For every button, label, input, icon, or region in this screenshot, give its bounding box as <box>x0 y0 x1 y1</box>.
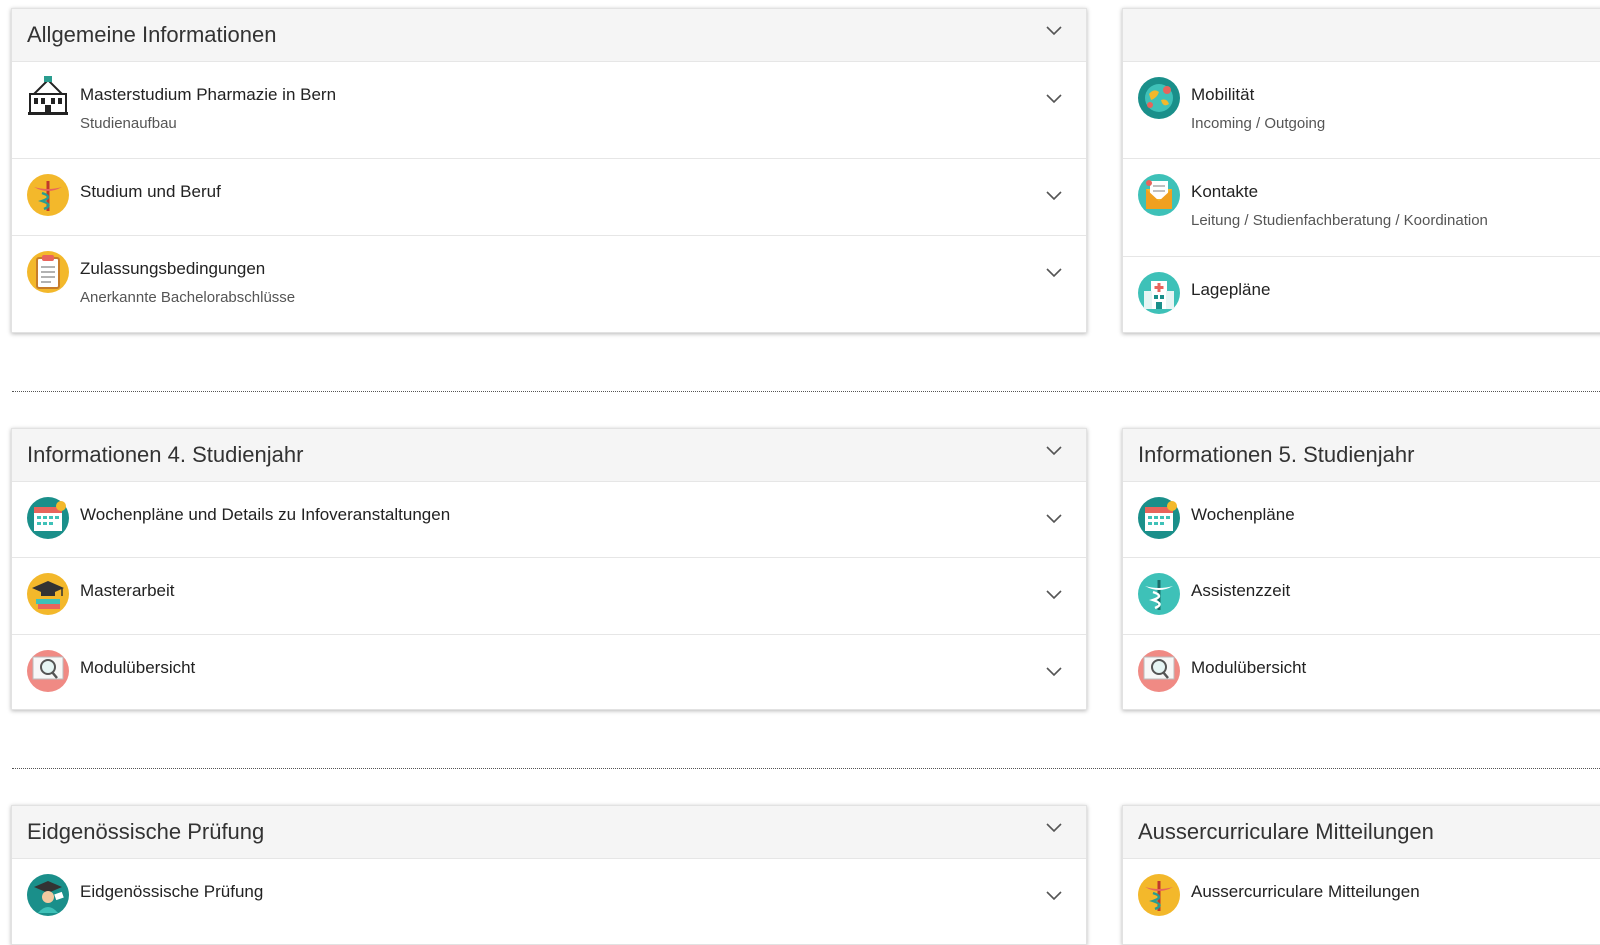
item-title: Zulassungsbedingungen <box>80 259 266 278</box>
chevron-down-icon[interactable] <box>1046 94 1062 104</box>
panel-header[interactable]: Aussercurriculare Mitteilungen <box>1123 806 1600 858</box>
item-title: Masterarbeit <box>80 581 175 600</box>
caduceus-icon <box>1137 572 1181 616</box>
section-divider <box>12 768 1600 769</box>
calendar-icon <box>1137 496 1181 540</box>
item-title: Modulübersicht <box>80 658 196 677</box>
item-title: Wochenpläne <box>1191 505 1295 524</box>
accordion-item[interactable]: Mobilität Incoming / Outgoing <box>1123 61 1600 158</box>
caduceus-icon <box>1137 873 1181 917</box>
accordion-item[interactable]: Kontakte Leitung / Studienfachberatung /… <box>1123 158 1600 256</box>
panel-header[interactable]: Informationen 4. Studienjahr <box>12 429 1086 481</box>
accordion-item[interactable]: Modulübersicht <box>12 634 1086 709</box>
accordion-item[interactable]: Assistenzzeit <box>1123 557 1600 634</box>
accordion-item[interactable]: Wochenpläne und Details zu Infoveranstal… <box>12 481 1086 557</box>
panel-title: Informationen 4. Studienjahr <box>27 442 304 467</box>
building-icon <box>26 74 70 118</box>
accordion-item[interactable]: Masterstudium Pharmazie in Bern Studiena… <box>12 61 1086 158</box>
item-subtitle: Incoming / Outgoing <box>1191 115 1326 132</box>
item-title: Eidgenössische Prüfung <box>80 882 264 901</box>
panel-header[interactable]: Informationen 5. Studienjahr <box>1123 429 1600 481</box>
item-subtitle: Leitung / Studienfachberatung / Koordina… <box>1191 212 1488 229</box>
panel-title: Allgemeine Informationen <box>27 22 277 47</box>
magnifier-icon <box>1137 649 1181 693</box>
hospital-icon <box>1137 271 1181 315</box>
item-title: Wochenpläne und Details zu Infoveranstal… <box>80 505 451 524</box>
accordion-item[interactable]: Aussercurriculare Mitteilungen <box>1123 858 1600 935</box>
panel-title: Informationen 5. Studienjahr <box>1138 442 1415 467</box>
panel-allgemeine-informationen: Allgemeine Informationen Masterstudium P… <box>11 8 1087 333</box>
chevron-down-icon[interactable] <box>1046 514 1062 524</box>
item-title: Assistenzzeit <box>1191 581 1291 600</box>
clipboard-icon <box>26 250 70 294</box>
magnifier-icon <box>26 649 70 693</box>
panel-title: Eidgenössische Prüfung <box>27 819 265 844</box>
section-divider <box>12 391 1600 392</box>
chevron-down-icon[interactable] <box>1046 446 1062 456</box>
accordion-item[interactable]: Studium und Beruf <box>12 158 1086 235</box>
item-title: Mobilität <box>1191 85 1255 104</box>
panel-services: Mobilität Incoming / Outgoing Kontakte L… <box>1122 8 1600 333</box>
chevron-down-icon[interactable] <box>1046 590 1062 600</box>
accordion-item[interactable]: Modulübersicht <box>1123 634 1600 709</box>
accordion-item[interactable]: Zulassungsbedingungen Anerkannte Bachelo… <box>12 235 1086 332</box>
panel-title: Aussercurriculare Mitteilungen <box>1138 819 1434 844</box>
item-title: Modulübersicht <box>1191 658 1307 677</box>
item-title: Lagepläne <box>1191 280 1271 299</box>
accordion-item[interactable]: Lagepläne <box>1123 256 1600 332</box>
chevron-down-icon[interactable] <box>1046 26 1062 36</box>
panel-studienjahr-5: Informationen 5. Studienjahr Wochenpläne… <box>1122 428 1600 710</box>
calendar-icon <box>26 496 70 540</box>
accordion-item[interactable]: Wochenpläne <box>1123 481 1600 557</box>
panel-eidgenoessische-pruefung: Eidgenössische Prüfung Eidgenössische Pr… <box>11 805 1087 945</box>
chevron-down-icon[interactable] <box>1046 891 1062 901</box>
item-title: Aussercurriculare Mitteilungen <box>1191 882 1420 901</box>
chevron-down-icon[interactable] <box>1046 191 1062 201</box>
accordion-item[interactable]: Masterarbeit <box>12 557 1086 634</box>
panel-header[interactable]: Eidgenössische Prüfung <box>12 806 1086 858</box>
panel-studienjahr-4: Informationen 4. Studienjahr Wochenpläne… <box>11 428 1087 710</box>
item-title: Kontakte <box>1191 182 1259 201</box>
chevron-down-icon[interactable] <box>1046 268 1062 278</box>
caduceus-icon <box>26 173 70 217</box>
item-subtitle: Studienaufbau <box>80 115 177 132</box>
accordion-item[interactable]: Eidgenössische Prüfung <box>12 858 1086 935</box>
graduation-cap-icon <box>26 572 70 616</box>
panel-header[interactable]: Allgemeine Informationen <box>12 9 1086 61</box>
globe-icon <box>1137 76 1181 120</box>
item-title: Masterstudium Pharmazie in Bern <box>80 85 337 104</box>
panel-aussercurriculare-mitteilungen: Aussercurriculare Mitteilungen Aussercur… <box>1122 805 1600 945</box>
chevron-down-icon[interactable] <box>1046 667 1062 677</box>
graduate-icon <box>26 873 70 917</box>
item-title: Studium und Beruf <box>80 182 221 201</box>
chevron-down-icon[interactable] <box>1046 823 1062 833</box>
envelope-icon <box>1137 173 1181 217</box>
panel-header <box>1123 9 1600 61</box>
item-subtitle: Anerkannte Bachelorabschlüsse <box>80 289 296 306</box>
